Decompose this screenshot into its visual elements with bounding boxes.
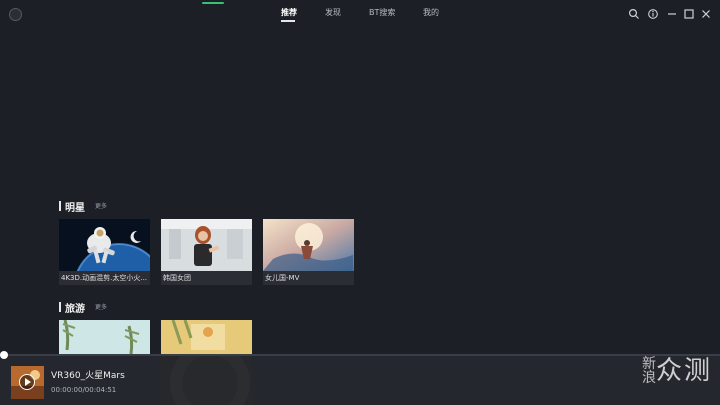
info-icon[interactable] [647,8,659,20]
title-bar: 推荐 发现 BT搜索 我的 [0,0,720,28]
search-icon[interactable] [628,8,640,20]
video-thumbnail [59,219,150,271]
drag-handle[interactable] [202,2,224,4]
video-caption: 韩国女团 [161,271,252,285]
more-link-travel[interactable]: 更多 [95,302,107,311]
video-caption: 女儿国-MV [263,271,354,285]
play-button[interactable] [19,374,35,390]
active-tab-indicator [281,20,295,22]
section-title-stars: 明星 [65,203,85,214]
video-card[interactable]: 女儿国-MV [263,219,354,285]
section-title-travel: 旅游 [65,304,85,315]
video-thumbnail [161,219,252,271]
now-playing-title: VR360_火星Mars [51,371,125,381]
main-tabs: 推荐 发现 BT搜索 我的 [0,7,720,27]
watermark-text: 众测 [655,356,712,386]
video-card[interactable]: 4K3D.动画混剪.太空小火... [59,219,150,285]
tab-recommend[interactable]: 推荐 [281,7,297,18]
video-thumbnail [161,320,252,355]
more-link-stars[interactable]: 更多 [95,201,107,210]
maximize-icon[interactable] [683,8,695,20]
now-playing-time: 00:00:00/00:04:51 [51,386,117,394]
minimize-icon[interactable] [666,8,678,20]
section-marker [59,302,61,312]
window-controls [628,8,712,20]
tab-discover[interactable]: 发现 [325,7,341,18]
progress-handle[interactable] [0,351,8,359]
video-thumbnail [263,219,354,271]
video-caption: 4K3D.动画混剪.太空小火... [59,271,150,285]
tab-bt-search[interactable]: BT搜索 [369,7,395,18]
video-card[interactable] [161,320,252,355]
tab-mine[interactable]: 我的 [423,7,439,18]
video-thumbnail [59,320,150,355]
section-marker [59,201,61,211]
video-card[interactable] [59,320,150,355]
close-icon[interactable] [700,8,712,20]
progress-track[interactable] [0,354,720,356]
video-card[interactable]: 韩国女团 [161,219,252,285]
